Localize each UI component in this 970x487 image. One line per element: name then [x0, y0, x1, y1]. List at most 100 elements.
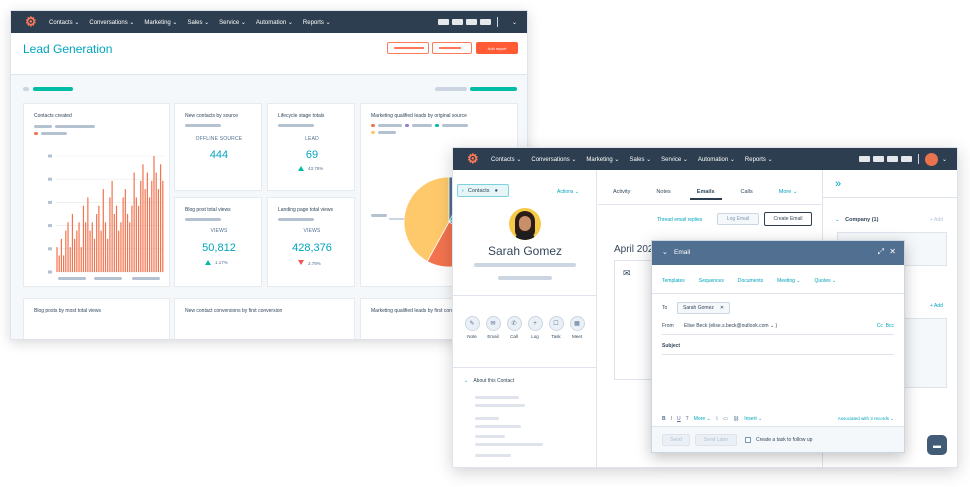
- quotes-dropdown[interactable]: Quotes ⌄: [815, 278, 837, 284]
- bcc-link[interactable]: Bcc: [886, 323, 894, 329]
- nav-pill-1[interactable]: [858, 156, 870, 162]
- bar: [137, 205, 140, 272]
- add-deal-link[interactable]: + Add: [930, 303, 943, 309]
- y-tick-placeholder: [48, 270, 52, 274]
- card-contacts-created[interactable]: Contacts created: [23, 103, 170, 287]
- tab-emails[interactable]: Emails: [689, 189, 722, 200]
- email-body[interactable]: [662, 357, 894, 412]
- link-icon[interactable]: ⛓: [733, 416, 739, 422]
- nav-pill-4[interactable]: [479, 19, 491, 25]
- quick-action-meet[interactable]: ▦ Meet: [569, 316, 585, 339]
- thread-email-replies-link[interactable]: Thread email replies: [657, 217, 702, 223]
- log-email-button[interactable]: Log Email: [717, 213, 759, 225]
- insert-dropdown[interactable]: Insert ⌄: [744, 416, 762, 422]
- account-chevron-icon[interactable]: ⌄: [512, 19, 517, 26]
- tab-more[interactable]: More ⌄: [779, 189, 798, 195]
- nav-automation[interactable]: Automation ⌄: [256, 19, 293, 26]
- quick-action-task[interactable]: ☐ Task: [548, 316, 564, 339]
- more-dropdown[interactable]: More ⌄: [694, 416, 711, 422]
- hubspot-logo-icon[interactable]: ⚙: [25, 15, 39, 29]
- account-chevron-icon[interactable]: ⌄: [942, 156, 947, 163]
- underline-button[interactable]: U: [677, 416, 681, 422]
- recipient-chip[interactable]: Sarah Gomez ✕: [677, 302, 731, 314]
- dashboard-options-button[interactable]: [432, 42, 472, 54]
- collapse-chevron-icon[interactable]: ⌄: [662, 248, 668, 256]
- add-company-link[interactable]: + Add: [930, 217, 943, 223]
- actions-dropdown[interactable]: Actions ⌄: [557, 189, 579, 195]
- add-report-button[interactable]: Add report: [476, 42, 518, 54]
- card-landing-page-views[interactable]: Landing page total views VIEWS 428,376 2…: [267, 197, 355, 287]
- nav-pill-4[interactable]: [900, 156, 912, 162]
- nav-sales[interactable]: Sales ⌄: [629, 156, 651, 163]
- bar: [126, 214, 129, 272]
- expand-sidebar-icon[interactable]: »: [835, 178, 841, 190]
- cc-link[interactable]: Cc: [877, 323, 883, 329]
- sequences-link[interactable]: Sequences: [699, 278, 724, 284]
- send-later-button[interactable]: Send Later: [695, 434, 737, 446]
- text-style-button[interactable]: T: [686, 416, 689, 422]
- tab-notes[interactable]: Notes: [656, 189, 670, 195]
- card-title: Blog posts by most total views: [34, 308, 101, 314]
- nav-pill-3[interactable]: [886, 156, 898, 162]
- nav-contacts[interactable]: Contacts ⌄: [49, 19, 79, 26]
- close-icon[interactable]: ✕: [889, 247, 896, 256]
- remove-recipient-icon[interactable]: ✕: [720, 305, 724, 311]
- quick-action-log[interactable]: + Log: [527, 316, 543, 339]
- meeting-dropdown[interactable]: Meeting ⌄: [777, 278, 800, 284]
- templates-link[interactable]: Templates: [662, 278, 685, 284]
- card-new-contact-conversions[interactable]: New contact conversions by first convers…: [174, 298, 355, 339]
- nav-pill-3[interactable]: [465, 19, 477, 25]
- nav-service[interactable]: Service ⌄: [219, 19, 246, 26]
- filter-chip[interactable]: [33, 87, 73, 91]
- nav-reports[interactable]: Reports ⌄: [303, 19, 331, 26]
- nav-sales[interactable]: Sales ⌄: [187, 19, 209, 26]
- x-tick-placeholder: [94, 277, 122, 280]
- associations-dropdown[interactable]: Associated with 3 records ⌄: [838, 416, 894, 422]
- bar: [153, 156, 155, 272]
- hubspot-logo-icon[interactable]: ⚙: [467, 152, 481, 166]
- create-email-button[interactable]: Create Email: [764, 212, 812, 226]
- followup-checkbox[interactable]: [745, 437, 751, 443]
- bold-button[interactable]: B: [662, 416, 666, 422]
- chat-launcher-button[interactable]: ▬: [927, 435, 947, 455]
- card-blog-post-views[interactable]: Blog post total views VIEWS 50,812 1.17%: [174, 197, 262, 287]
- about-section-toggle[interactable]: ⌄ About this Contact: [464, 378, 514, 384]
- nav-contacts[interactable]: Contacts ⌄: [491, 156, 521, 163]
- nav-conversations[interactable]: Conversations ⌄: [89, 19, 134, 26]
- date-range-placeholder[interactable]: [435, 87, 467, 91]
- nav-pill-1[interactable]: [437, 19, 449, 25]
- company-section-toggle[interactable]: ⌄ Company (1): [835, 217, 878, 223]
- card-lifecycle-stage-totals[interactable]: Lifecycle stage totals LEAD 69 43.75%: [267, 103, 355, 191]
- back-to-contacts-button[interactable]: ‹ Contacts ●: [457, 184, 509, 197]
- nav-marketing[interactable]: Marketing ⌄: [144, 19, 177, 26]
- nav-automation[interactable]: Automation ⌄: [698, 156, 735, 163]
- quick-action-call[interactable]: ✆ Call: [506, 316, 522, 339]
- quick-action-email[interactable]: ✉ Email: [485, 316, 501, 339]
- nav-service[interactable]: Service ⌄: [661, 156, 688, 163]
- send-button[interactable]: Send: [662, 434, 690, 446]
- dashboard-actions-button[interactable]: [387, 42, 429, 54]
- bar: [122, 197, 124, 272]
- card-blog-posts-most-views[interactable]: Blog posts by most total views: [23, 298, 170, 339]
- bar: [120, 222, 122, 272]
- documents-link[interactable]: Documents: [738, 278, 763, 284]
- bar: [89, 230, 91, 272]
- image-icon[interactable]: ▭: [723, 416, 728, 422]
- date-range-chip[interactable]: [470, 87, 517, 91]
- nav-pill-2[interactable]: [872, 156, 884, 162]
- card-new-contacts-by-source[interactable]: New contacts by source OFFLINE SOURCE 44…: [174, 103, 262, 191]
- nav-conversations[interactable]: Conversations ⌄: [531, 156, 576, 163]
- nav-pill-2[interactable]: [451, 19, 463, 25]
- from-dropdown[interactable]: Elise Beck (elise.s.beck@outlook.com ⌄ ): [684, 323, 777, 329]
- tab-activity[interactable]: Activity: [613, 189, 630, 195]
- expand-icon[interactable]: ⤢: [878, 247, 884, 257]
- tab-calls[interactable]: Calls: [741, 189, 753, 195]
- user-avatar[interactable]: [924, 152, 938, 166]
- nav-reports[interactable]: Reports ⌄: [745, 156, 773, 163]
- subject-field[interactable]: Subject: [662, 343, 680, 349]
- attachment-icon[interactable]: ⌇: [716, 416, 718, 422]
- bar: [133, 172, 135, 272]
- quick-action-note[interactable]: ✎ Note: [464, 316, 480, 339]
- italic-button[interactable]: I: [671, 416, 672, 422]
- nav-marketing[interactable]: Marketing ⌄: [586, 156, 619, 163]
